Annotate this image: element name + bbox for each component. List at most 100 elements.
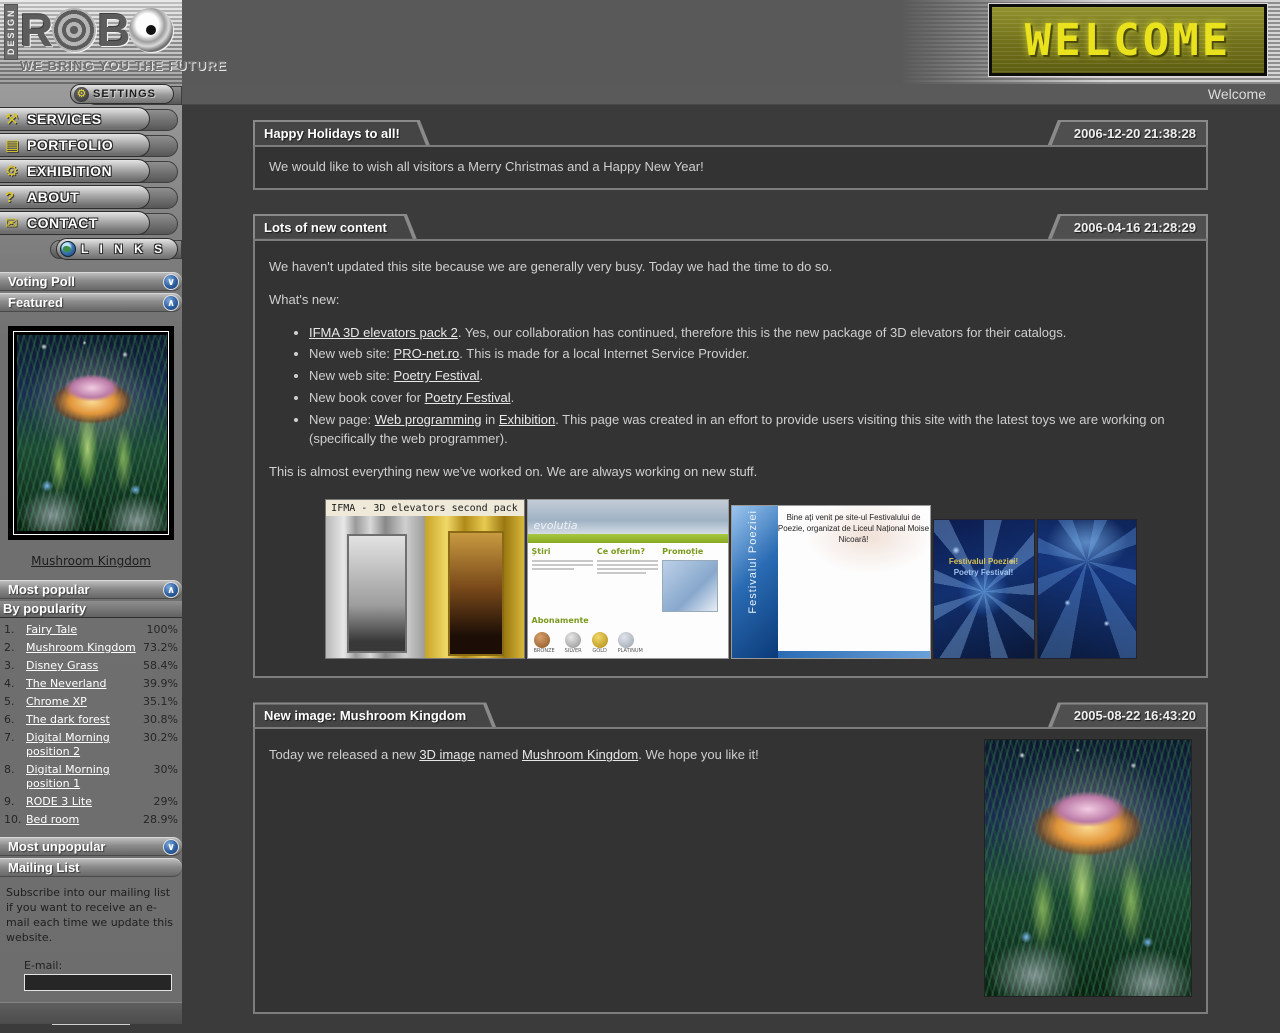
sidebar-item-contact[interactable]: ✉ CONTACT — [0, 211, 150, 235]
text: New web site: — [309, 346, 394, 361]
post-title-tab: New image: Mushroom Kingdom — [253, 702, 496, 727]
globe-icon — [60, 241, 76, 257]
chevron-down-icon[interactable]: ∨ — [163, 839, 179, 855]
menu-label: SERVICES — [27, 111, 102, 127]
content-link[interactable]: Exhibition — [499, 412, 555, 427]
settings-button[interactable]: ⚙ SETTINGS — [70, 84, 174, 104]
sidebar-item-exhibition[interactable]: ⚙ EXHIBITION — [0, 159, 150, 183]
rank: 3. — [4, 659, 26, 673]
sidebar-item-services[interactable]: ⚒ SERVICES — [0, 107, 150, 131]
logo-zone: DESIGN XMLRB WE BRING YOU THE FUTURE — [0, 0, 182, 84]
popularity-link[interactable]: Fairy Tale — [26, 623, 136, 637]
popularity-list: 1.Fairy Tale100% 2.Mushroom Kingdom73.2%… — [0, 618, 182, 835]
percent: 28.9% — [136, 813, 178, 827]
poetry-footer-bar — [778, 651, 930, 658]
post-date: 2006-12-20 21:38:28 — [1052, 122, 1206, 145]
thumbnail-book-cover-back[interactable] — [1037, 519, 1137, 659]
pronet-nav — [528, 534, 728, 543]
featured-caption-link[interactable]: Mushroom Kingdom — [0, 554, 182, 568]
content-link[interactable]: Poetry Festival — [425, 390, 511, 405]
pronet-heading: Abonamente — [532, 615, 724, 627]
most-popular-header[interactable]: Most popular ∧ — [0, 580, 182, 599]
popularity-link[interactable]: Digital Morning position 1 — [26, 763, 136, 791]
popularity-link[interactable]: Bed room — [26, 813, 136, 827]
popularity-link[interactable]: Digital Morning position 2 — [26, 731, 136, 759]
content-link[interactable]: Mushroom Kingdom — [522, 747, 638, 762]
pronet-heading: Ce oferim? — [597, 546, 658, 558]
rank: 8. — [4, 763, 26, 777]
email-input[interactable] — [24, 974, 172, 991]
list-item: 8.Digital Morning position 130% — [4, 763, 178, 791]
pronet-promo-image — [662, 560, 718, 612]
text: New page: — [309, 412, 375, 427]
sidebar-item-about[interactable]: ? ABOUT — [0, 185, 150, 209]
post-date-tab: 2005-08-22 16:43:20 — [1048, 702, 1208, 727]
popularity-link[interactable]: The Neverland — [26, 677, 136, 691]
popularity-link[interactable]: Mushroom Kingdom — [26, 641, 136, 655]
main-content: Happy Holidays to all! 2006-12-20 21:38:… — [182, 105, 1280, 1024]
poetry-welcome-text: Bine ați venit pe site-ul Festivalului d… — [778, 506, 930, 545]
popularity-link[interactable]: RODE 3 Lite — [26, 795, 136, 809]
featured-mushroom-kingdom-image[interactable] — [17, 335, 167, 531]
percent: 30.8% — [136, 713, 178, 727]
chevron-down-icon[interactable]: ∨ — [163, 274, 179, 290]
thumbnail-ifma-elevators[interactable]: IFMA - 3D elevators second pack — [325, 499, 525, 659]
text: . This is made for a local Internet Serv… — [459, 346, 749, 361]
list-item: 1.Fairy Tale100% — [4, 623, 178, 637]
popularity-link[interactable]: The dark forest — [26, 713, 136, 727]
post-date: 2006-04-16 21:28:29 — [1052, 216, 1206, 239]
content-link[interactable]: IFMA 3D elevators pack 2 — [309, 325, 458, 340]
list-item: New book cover for Poetry Festival. — [309, 389, 1192, 408]
thumbnail-row: IFMA - 3D elevators second pack evolutia… — [269, 499, 1192, 659]
most-unpopular-header[interactable]: Most unpopular ∨ — [0, 837, 182, 856]
percent: 73.2% — [136, 641, 178, 655]
featured-header[interactable]: Featured ∧ — [0, 293, 182, 312]
sidebar-item-links[interactable]: L I N K S — [56, 238, 178, 260]
content-link[interactable]: 3D image — [419, 747, 475, 762]
gold-medal-icon — [592, 632, 608, 648]
links-label: L I N K S — [81, 242, 166, 256]
settings-label: SETTINGS — [93, 88, 156, 100]
post-title: New image: Mushroom Kingdom — [255, 704, 492, 727]
rank: 2. — [4, 641, 26, 655]
content-link[interactable]: Poetry Festival — [394, 368, 480, 383]
breadcrumb: Welcome — [1208, 86, 1280, 102]
post-date-tab: 2006-12-20 21:38:28 — [1048, 120, 1208, 145]
popularity-link[interactable]: Chrome XP — [26, 695, 136, 709]
news-post: Lots of new content 2006-04-16 21:28:29 … — [253, 214, 1208, 679]
thumbnail-poetry-festival-site[interactable]: Festivalul Poeziei Bine ați venit pe sit… — [731, 505, 931, 659]
thumbnail-pronet-site[interactable]: evolutia Știri Ce oferim? Promoție Abona… — [527, 499, 729, 659]
text: . Yes, our collaboration has continued, … — [458, 325, 1066, 340]
mushroom-kingdom-image[interactable] — [984, 739, 1192, 997]
post-title-tab: Lots of new content — [253, 214, 417, 239]
popularity-link[interactable]: Disney Grass — [26, 659, 136, 673]
post-body: We would like to wish all visitors a Mer… — [269, 159, 704, 174]
post-date: 2005-08-22 16:43:20 — [1052, 704, 1206, 727]
logo-target-o-icon — [52, 8, 96, 52]
list-item: 3.Disney Grass58.4% — [4, 659, 178, 673]
chevron-up-icon[interactable]: ∧ — [163, 295, 179, 311]
voting-poll-label: Voting Poll — [0, 273, 182, 291]
percent: 29% — [136, 795, 178, 809]
text: . We hope you like it! — [638, 747, 758, 762]
sidebar-item-portfolio[interactable]: ▤ PORTFOLIO — [0, 133, 150, 157]
rank: 6. — [4, 713, 26, 727]
news-post: New image: Mushroom Kingdom 2005-08-22 1… — [253, 702, 1208, 1014]
content-link[interactable]: PRO-net.ro — [394, 346, 460, 361]
mailing-list-header[interactable]: Mailing List — [0, 858, 182, 877]
list-item: 9.RODE 3 Lite29% — [4, 795, 178, 809]
gear-icon: ⚙ — [74, 87, 89, 102]
cover-title-ro: Festivalul Poeziei! — [934, 556, 1034, 567]
content-link[interactable]: Web programming — [375, 412, 482, 427]
mailing-list-text: Subscribe into our mailing list if you w… — [6, 885, 176, 945]
sidebar-footer — [0, 1002, 182, 1024]
chevron-up-icon[interactable]: ∧ — [163, 582, 179, 598]
robo-logo: XMLRB — [20, 4, 227, 56]
thumbnail-book-cover-front[interactable]: Festivalul Poeziei!Poetry Festival! — [933, 519, 1035, 659]
voting-poll-header[interactable]: Voting Poll ∨ — [0, 272, 182, 291]
rank: 5. — [4, 695, 26, 709]
list-item: 5.Chrome XP35.1% — [4, 695, 178, 709]
post-title: Lots of new content — [255, 216, 413, 239]
logo-design-vertical: DESIGN — [4, 4, 18, 60]
silver-elevator-image — [326, 516, 425, 659]
